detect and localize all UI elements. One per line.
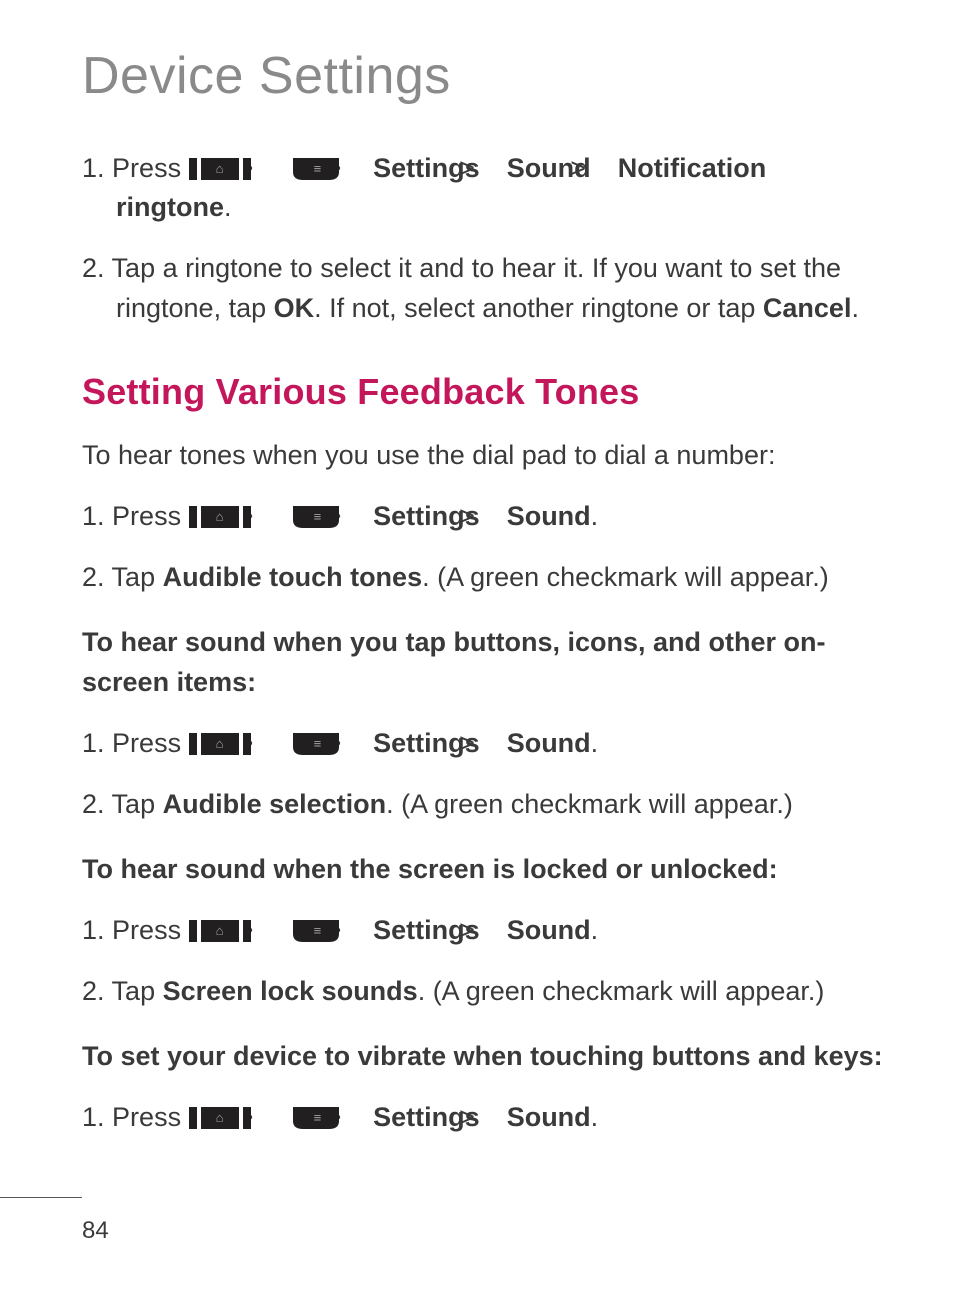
home-glyph-icon: ⌂ (216, 1112, 224, 1125)
step: 1. Press ⌂ > ≡ > Settings > Sound. (82, 497, 886, 536)
step-number: 2. (82, 789, 105, 819)
punct: . (224, 192, 232, 222)
step: 1. Press ⌂ > ≡ > Settings > Sound. (82, 1098, 886, 1137)
page-title: Device Settings (82, 48, 886, 105)
menu-glyph-icon: ≡ (314, 736, 322, 749)
breadcrumb-separator: > (487, 497, 499, 536)
step-number: 1. (82, 153, 105, 183)
step-text: Press (112, 501, 189, 531)
step-text: Press (112, 1102, 189, 1132)
step: 2. Tap Audible touch tones. (A green che… (82, 558, 886, 597)
step-text: Press (112, 153, 189, 183)
breadcrumb-separator: > (266, 497, 278, 536)
nav-item: Sound (507, 1102, 591, 1132)
menu-glyph-icon: ≡ (314, 162, 322, 175)
breadcrumb-separator: > (266, 911, 278, 950)
step-text: . (A green checkmark will appear.) (422, 562, 829, 592)
breadcrumb-separator: > (354, 149, 366, 188)
step-number: 2. (82, 562, 105, 592)
step: 2. Tap a ringtone to select it and to he… (82, 249, 886, 327)
bold-term: Audible touch tones (163, 562, 423, 592)
sub-heading: To hear sound when the screen is locked … (82, 850, 886, 889)
step-text: Tap (112, 562, 163, 592)
breadcrumb-separator: > (487, 724, 499, 763)
home-glyph-icon: ⌂ (216, 510, 224, 523)
step: 2. Tap Screen lock sounds. (A green chec… (82, 972, 886, 1011)
manual-page: Device Settings 1. Press ⌂ > ≡ > Setting… (0, 0, 954, 1291)
step-text: Tap (112, 976, 163, 1006)
breadcrumb-separator: > (266, 149, 278, 188)
punct: . (591, 915, 599, 945)
menu-key-icon: ≡ (293, 733, 339, 755)
punct: . (591, 728, 599, 758)
step: 1. Press ⌂ > ≡ > Settings > Sound. (82, 724, 886, 763)
section-heading: Setting Various Feedback Tones (82, 366, 886, 418)
step-number: 1. (82, 1102, 105, 1132)
home-key-icon: ⌂ (189, 733, 251, 755)
sub-heading: To hear sound when you tap buttons, icon… (82, 623, 886, 701)
page-number: 84 (0, 1214, 109, 1249)
section-intro: To hear tones when you use the dial pad … (82, 436, 886, 475)
step-text: . (A green checkmark will appear.) (386, 789, 793, 819)
step-number: 2. (82, 253, 105, 283)
breadcrumb-separator: > (487, 1098, 499, 1137)
step: 1. Press ⌂ > ≡ > Settings > Sound > Noti… (82, 149, 886, 227)
home-key-icon: ⌂ (189, 1107, 251, 1129)
step-text: Tap (112, 789, 163, 819)
step: 1. Press ⌂ > ≡ > Settings > Sound. (82, 911, 886, 950)
home-glyph-icon: ⌂ (216, 924, 224, 937)
menu-glyph-icon: ≡ (314, 510, 322, 523)
step-number: 1. (82, 915, 105, 945)
breadcrumb-separator: > (354, 911, 366, 950)
sub-heading: To set your device to vibrate when touch… (82, 1037, 886, 1076)
menu-key-icon: ≡ (293, 920, 339, 942)
bold-term: Screen lock sounds (163, 976, 418, 1006)
step: 2. Tap Audible selection. (A green check… (82, 785, 886, 824)
breadcrumb-separator: > (354, 497, 366, 536)
menu-glyph-icon: ≡ (314, 1111, 322, 1124)
menu-key-icon: ≡ (293, 158, 339, 180)
home-key-icon: ⌂ (189, 158, 251, 180)
breadcrumb-separator: > (487, 149, 499, 188)
nav-item: Sound (507, 501, 591, 531)
breadcrumb-separator: > (598, 149, 610, 188)
nav-item: Sound (507, 915, 591, 945)
home-key-icon: ⌂ (189, 920, 251, 942)
step-number: 1. (82, 501, 105, 531)
step-number: 1. (82, 728, 105, 758)
menu-key-icon: ≡ (293, 506, 339, 528)
menu-key-icon: ≡ (293, 1107, 339, 1129)
menu-glyph-icon: ≡ (314, 924, 322, 937)
step-text: . (851, 293, 859, 323)
nav-item: Sound (507, 728, 591, 758)
home-glyph-icon: ⌂ (216, 162, 224, 175)
page-footer: 84 (0, 1197, 109, 1249)
step-text: Press (112, 728, 189, 758)
breadcrumb-separator: > (354, 1098, 366, 1137)
bold-term: Cancel (763, 293, 852, 323)
breadcrumb-separator: > (266, 1098, 278, 1137)
step-text: . (A green checkmark will appear.) (418, 976, 825, 1006)
home-glyph-icon: ⌂ (216, 737, 224, 750)
breadcrumb-separator: > (487, 911, 499, 950)
breadcrumb-separator: > (354, 724, 366, 763)
step-text: Press (112, 915, 189, 945)
punct: . (591, 501, 599, 531)
bold-term: OK (274, 293, 315, 323)
step-text: . If not, select another ringtone or tap (314, 293, 763, 323)
breadcrumb-separator: > (266, 724, 278, 763)
bold-term: Audible selection (163, 789, 387, 819)
step-number: 2. (82, 976, 105, 1006)
punct: . (591, 1102, 599, 1132)
footer-rule (0, 1197, 82, 1198)
home-key-icon: ⌂ (189, 506, 251, 528)
